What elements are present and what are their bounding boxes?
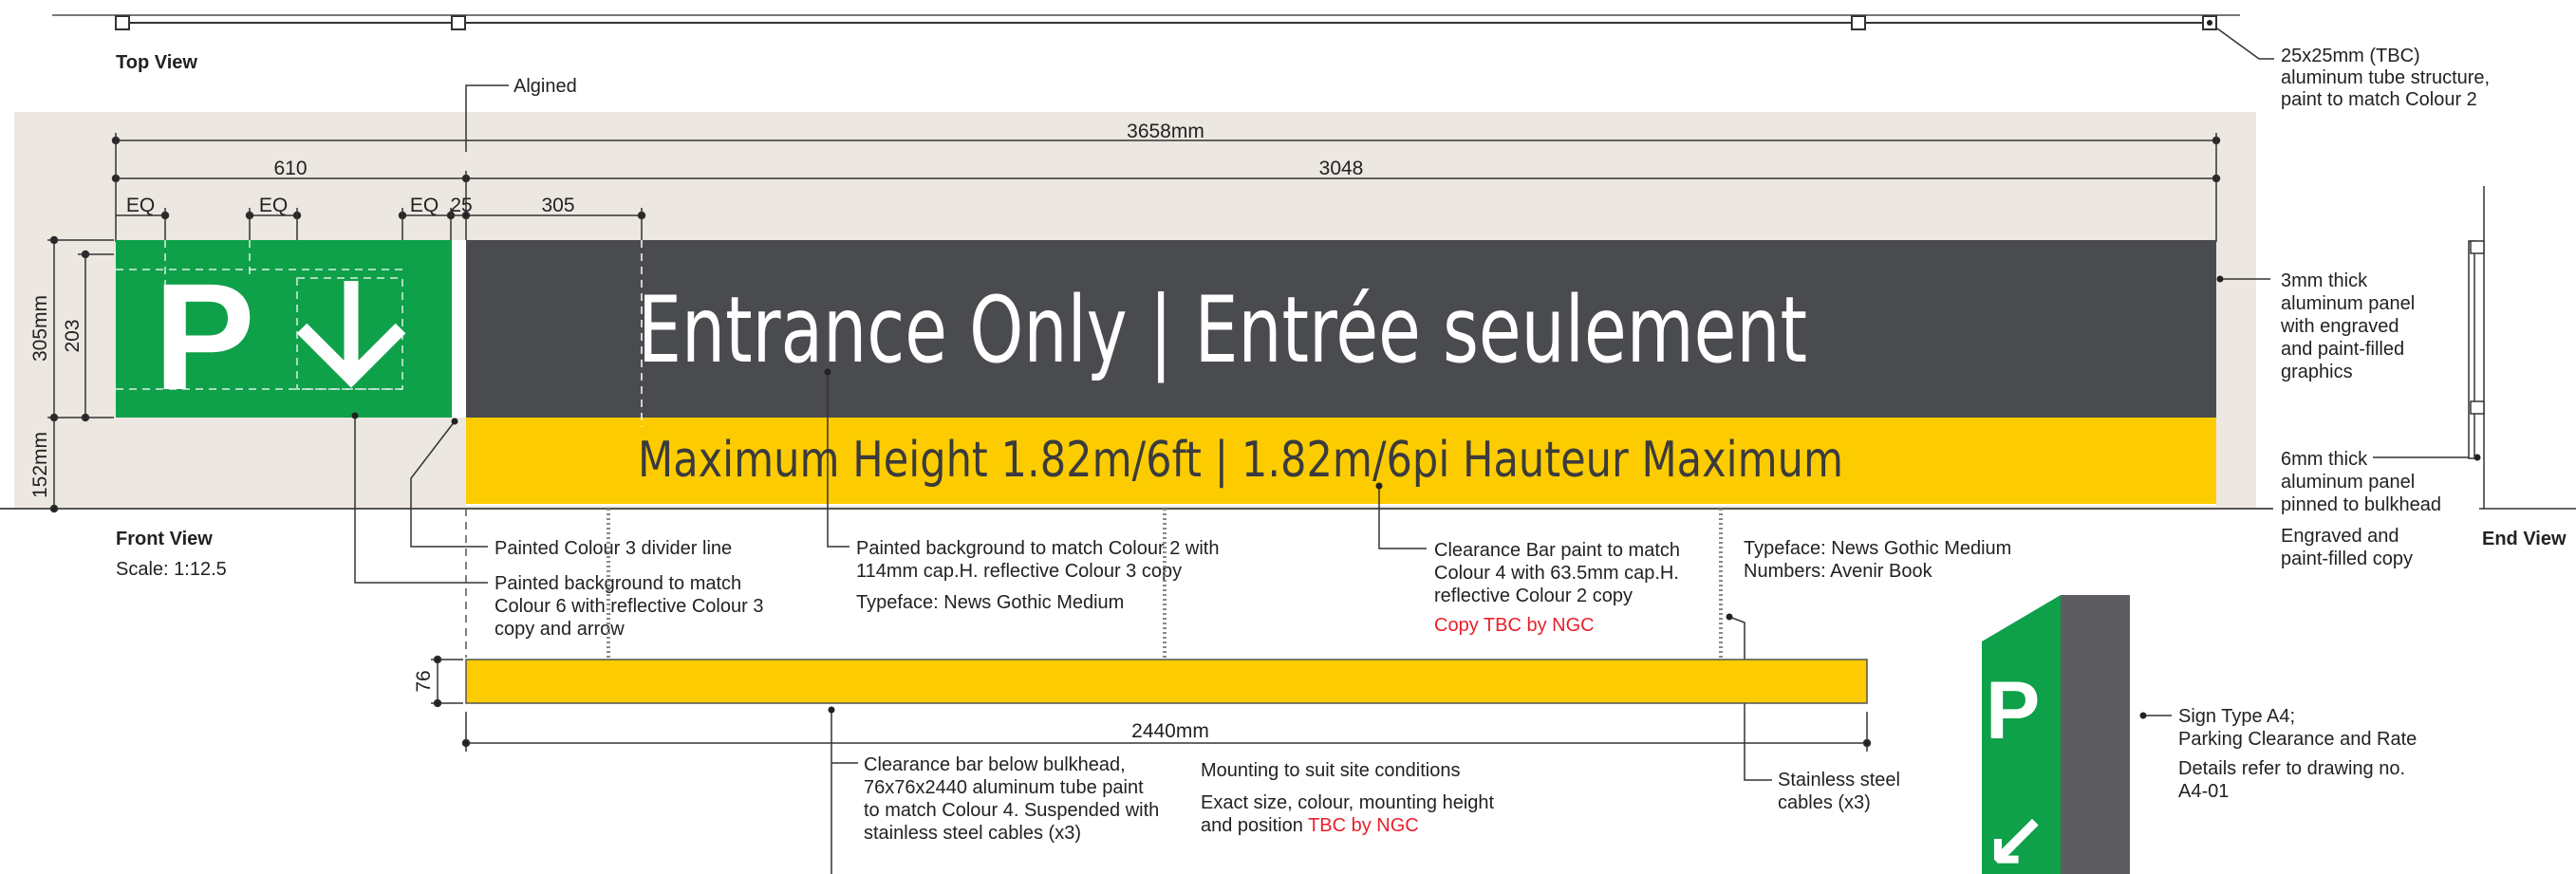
dim-height-total: 305mm xyxy=(29,295,51,362)
dim-gap: 25 xyxy=(450,195,472,216)
dim-indent: 305 xyxy=(541,195,574,216)
panel-6mm-callout: 6mm thick aluminum panel pinned to bulkh… xyxy=(2281,449,2441,515)
front-view-scale: Scale: 1:12.5 xyxy=(116,559,227,580)
dim-right-panel: 3048 xyxy=(1319,158,1364,179)
thumbnail-arrow-icon: ↙ xyxy=(1984,800,2047,874)
top-view: Top View 25x25mm (TBC) aluminum tube str… xyxy=(52,14,2495,110)
copy-tbc-note: Copy TBC by NGC xyxy=(1434,615,1595,636)
parking-p-icon: P xyxy=(154,251,255,421)
divider-line xyxy=(452,240,466,418)
thumbnail-p-icon: P xyxy=(1986,665,2040,756)
top-view-tube xyxy=(1851,15,1866,30)
dim-eq: EQ xyxy=(410,195,439,216)
dim-eq: EQ xyxy=(259,195,288,216)
dim-bar-height: 76 xyxy=(413,670,435,692)
tube-callout: 25x25mm (TBC) aluminum tube structure, p… xyxy=(2281,46,2495,110)
engraved-note: Engraved and paint-filled copy xyxy=(2281,526,2413,569)
details-note: Details refer to drawing no. A4-01 xyxy=(2178,758,2411,802)
dim-height-sign: 203 xyxy=(62,319,84,352)
top-view-tube xyxy=(451,15,466,30)
green-bg-callout: Painted background to match Colour 6 wit… xyxy=(495,573,769,640)
tube-leader xyxy=(2216,28,2274,60)
dim-overall: 3658mm xyxy=(1127,121,1204,142)
sign-drawing: Top View 25x25mm (TBC) aluminum tube str… xyxy=(0,14,2576,874)
mounting-note: Mounting to suit site conditions xyxy=(1201,760,1461,781)
dim-height-bar: 152mm xyxy=(29,432,51,498)
cables-callout: Stainless steel cables (x3) xyxy=(1778,770,1906,813)
dim-left-panel: 610 xyxy=(273,158,307,179)
sign-type-callout: Sign Type A4; Parking Clearance and Rate xyxy=(2178,706,2417,750)
dim-bar-length: 2440mm xyxy=(1131,720,1209,742)
end-view xyxy=(2468,186,2576,510)
aligned-label: Algined xyxy=(513,76,577,97)
panel-3mm-callout: 3mm thick aluminum panel with engraved a… xyxy=(2280,270,2420,382)
sign-main-text: Entrance Only | Entrée seulement xyxy=(638,277,1807,384)
typeface-note: Typeface: News Gothic Medium Numbers: Av… xyxy=(1744,538,2017,582)
front-view-label: Front View xyxy=(116,529,213,549)
sign-thumbnail: P ↙ xyxy=(1982,595,2130,874)
clearance-bar xyxy=(465,659,1868,704)
end-view-label: End View xyxy=(2482,529,2567,549)
dim-eq: EQ xyxy=(126,195,155,216)
dark-bg-callout: Painted background to match Colour 2 wit… xyxy=(856,538,1224,582)
dark-typeface-note: Typeface: News Gothic Medium xyxy=(856,592,1124,613)
clearance-paint-callout: Clearance Bar paint to match Colour 4 wi… xyxy=(1434,540,1686,606)
clearance-bar-callout: Clearance bar below bulkhead, 76x76x2440… xyxy=(864,754,1165,844)
top-view-tube xyxy=(115,15,130,30)
clearance-bar-text: Maximum Height 1.82m/6ft | 1.82m/6pi Hau… xyxy=(638,432,1843,489)
top-view-label: Top View xyxy=(116,52,197,73)
exact-note: Exact size, colour, mounting height and … xyxy=(1201,792,1500,836)
divider-callout: Painted Colour 3 divider line xyxy=(495,538,732,559)
